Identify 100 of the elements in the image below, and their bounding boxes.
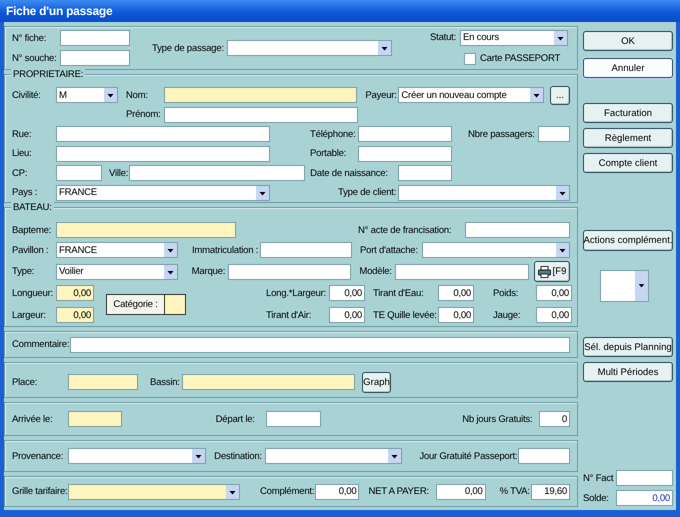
- field-label: NET A PAYER:: [368, 486, 430, 497]
- text-field[interactable]: 0,00: [536, 307, 572, 323]
- section-legend: PROPRIETAIRE:: [11, 69, 86, 80]
- dropdown[interactable]: [68, 484, 240, 500]
- text-field[interactable]: [56, 126, 270, 142]
- dropdown[interactable]: [422, 242, 570, 258]
- side-button[interactable]: Facturation: [583, 103, 673, 123]
- text-field[interactable]: 0,00: [438, 285, 474, 301]
- dropdown[interactable]: FRANCE: [56, 184, 270, 200]
- text-field[interactable]: [465, 222, 570, 238]
- dropdown[interactable]: M: [56, 87, 118, 103]
- dropdown[interactable]: [68, 448, 206, 464]
- text-field[interactable]: [129, 165, 306, 181]
- side-button[interactable]: Annuler: [583, 58, 673, 78]
- text-field[interactable]: [56, 146, 270, 162]
- caret-icon: [226, 484, 239, 498]
- text-field[interactable]: 0,00: [56, 307, 94, 323]
- dropdown[interactable]: [265, 448, 402, 464]
- field-label: Téléphone:: [310, 128, 357, 140]
- text-field[interactable]: [358, 146, 452, 162]
- field-label: % TVA:: [500, 486, 531, 497]
- field-label: Solde:: [583, 492, 610, 504]
- caret-icon: [635, 271, 648, 301]
- text-field[interactable]: [182, 374, 355, 390]
- text-field[interactable]: [228, 264, 352, 280]
- text-field[interactable]: [395, 264, 529, 280]
- text-field[interactable]: [616, 470, 673, 486]
- field-label: Longueur:: [12, 288, 54, 298]
- text-field[interactable]: 0,00: [329, 285, 365, 301]
- text-field[interactable]: [358, 126, 452, 142]
- field-label: Largeur:: [12, 310, 47, 320]
- text-field[interactable]: 0: [539, 411, 570, 427]
- checkbox[interactable]: [464, 52, 476, 64]
- text-field[interactable]: 0,00: [536, 285, 572, 301]
- text-field[interactable]: [164, 87, 358, 103]
- text-field[interactable]: 0,00: [616, 490, 673, 506]
- dropdown[interactable]: Voilier: [56, 264, 178, 280]
- text-field[interactable]: 0,00: [315, 484, 360, 500]
- field-label: Provenance:: [12, 450, 64, 462]
- text-field[interactable]: [60, 50, 130, 66]
- side-button[interactable]: OK: [583, 31, 673, 51]
- dropdown[interactable]: [398, 184, 570, 200]
- caret-icon: [256, 186, 269, 200]
- text-field[interactable]: [68, 374, 138, 390]
- dropdown[interactable]: En cours: [460, 30, 568, 46]
- dropdown[interactable]: FRANCE: [56, 242, 178, 258]
- text-field[interactable]: [56, 222, 236, 238]
- text-field[interactable]: [60, 30, 130, 46]
- field-label: Immatriculation :: [192, 244, 260, 256]
- text-field[interactable]: [538, 126, 570, 142]
- printer-icon: [538, 266, 551, 278]
- side-button[interactable]: Règlement: [583, 128, 673, 148]
- field-label: Nom:: [126, 90, 149, 100]
- caret-icon: [556, 243, 569, 257]
- field-label: Type:: [12, 266, 36, 277]
- caret-icon: [164, 264, 177, 278]
- text-field[interactable]: 0,00: [329, 307, 365, 323]
- side-button[interactable]: Multi Périodes: [583, 362, 673, 382]
- field-label: Tirant d'Air:: [266, 310, 312, 320]
- window-title: Fiche d'un passage: [0, 0, 680, 22]
- text-field[interactable]: [56, 165, 102, 181]
- graph-button[interactable]: Graph: [362, 372, 391, 392]
- text-field[interactable]: 19,60: [530, 484, 570, 500]
- text-field[interactable]: [266, 411, 322, 427]
- text-field[interactable]: 0,00: [438, 307, 474, 323]
- field-label: Arrivée le:: [12, 414, 54, 424]
- field-label: Grille tarifaire:: [12, 486, 68, 497]
- side-button[interactable]: Sél. depuis Planning: [583, 337, 673, 357]
- caret-icon: [556, 186, 569, 200]
- dropdown[interactable]: Créer un nouveau compte: [398, 87, 544, 103]
- combo-box[interactable]: [600, 270, 649, 302]
- field-label: Civilité:: [12, 90, 42, 100]
- text-field[interactable]: 0,00: [56, 285, 94, 301]
- field-label: Pays :: [12, 187, 38, 198]
- field-label: Date de naissance:: [310, 168, 389, 178]
- field-label: Place:: [12, 376, 38, 388]
- text-field[interactable]: [164, 106, 358, 122]
- field-label: Portable:: [310, 148, 348, 159]
- field-label: N° fiche:: [12, 32, 48, 44]
- field-label: Rue:: [12, 128, 32, 140]
- text-field[interactable]: [260, 242, 352, 258]
- field-label: TE Quille levée:: [373, 310, 438, 320]
- field-label: Payeur:: [365, 90, 398, 100]
- field-label: N° acte de francisation:: [358, 224, 452, 236]
- text-field[interactable]: 0,00: [436, 484, 486, 500]
- text-field[interactable]: [518, 448, 570, 464]
- browse-button[interactable]: ...: [550, 86, 570, 104]
- field-label: Statut:: [430, 32, 457, 43]
- text-field[interactable]: [70, 336, 570, 352]
- field-label: Ville:: [109, 168, 130, 178]
- field-label: Poids:: [493, 288, 520, 298]
- f9-button[interactable]: [F9: [534, 261, 570, 282]
- text-field[interactable]: [68, 411, 122, 427]
- field-label: Nb jours Gratuits:: [462, 414, 534, 424]
- caret-icon: [192, 449, 206, 463]
- side-button[interactable]: Compte client: [583, 153, 673, 173]
- text-field[interactable]: [398, 165, 452, 181]
- field-label: Prénom:: [126, 109, 162, 120]
- field-label: Carte PASSEPORT: [480, 53, 562, 64]
- dropdown[interactable]: [227, 40, 392, 56]
